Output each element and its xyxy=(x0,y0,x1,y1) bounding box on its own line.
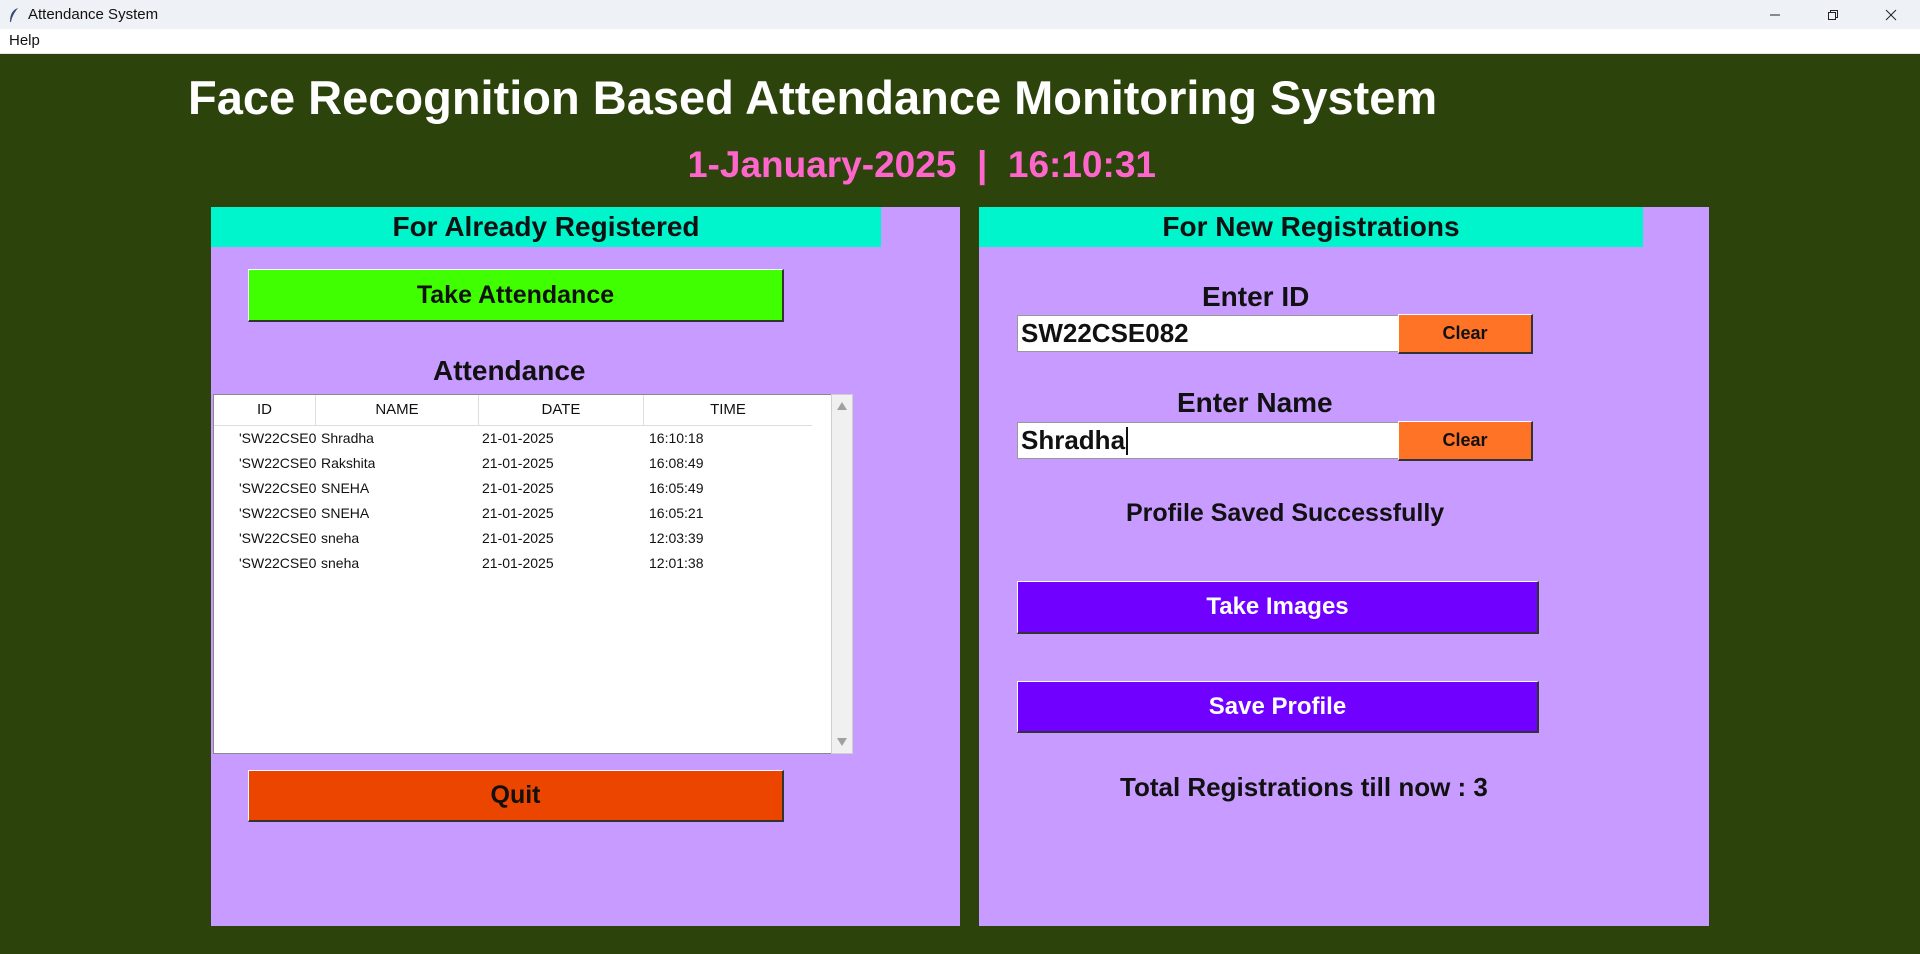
datetime-text: 21-January-2025 | 16:10:31 xyxy=(690,144,1156,185)
attendance-table: ID NAME DATE TIME 'SW22CSE082' Shradha 2… xyxy=(213,394,853,754)
table-rows: 'SW22CSE082' Shradha 21-01-2025 16:10:18… xyxy=(214,426,812,576)
registered-panel: For Already Registered Take Attendance A… xyxy=(211,207,960,926)
column-time[interactable]: TIME xyxy=(644,395,812,425)
scroll-down-icon[interactable] xyxy=(837,738,847,746)
restore-icon xyxy=(1828,9,1838,20)
text-caret xyxy=(1126,426,1129,455)
cell-date: 21-01-2025 xyxy=(482,555,554,571)
cell-name: SNEHA xyxy=(321,505,370,521)
new-registration-panel: For New Registrations Enter ID SW22CSE08… xyxy=(979,207,1709,926)
status-message: Profile Saved Successfully xyxy=(1126,499,1445,527)
cell-id: 'SW22CSE063' xyxy=(239,455,317,471)
table-scrollbar[interactable] xyxy=(831,394,853,754)
minimize-icon xyxy=(1770,14,1780,15)
page-title: Face Recognition Based Attendance Monito… xyxy=(188,71,1438,124)
table-row[interactable]: 'SW22CSE082' Shradha 21-01-2025 16:10:18 xyxy=(214,426,812,451)
column-id[interactable]: ID xyxy=(214,395,316,425)
close-icon xyxy=(1885,9,1897,20)
cell-name: sneha xyxy=(321,530,360,546)
cell-date: 21-01-2025 xyxy=(482,480,554,496)
cell-id: 'SW22CSE081' xyxy=(239,555,317,571)
id-input-value: SW22CSE082 xyxy=(1021,318,1189,348)
menu-bar: Help xyxy=(0,29,1920,54)
take-images-button[interactable]: Take Images xyxy=(1017,581,1539,634)
minimize-button[interactable] xyxy=(1746,0,1804,29)
restore-button[interactable] xyxy=(1804,0,1862,29)
name-input[interactable]: Shradha xyxy=(1017,422,1399,459)
cell-id: 'SW22CSE081' xyxy=(239,505,317,521)
cell-time: 16:05:49 xyxy=(649,480,704,496)
cell-time: 12:01:38 xyxy=(649,555,704,571)
id-input[interactable]: SW22CSE082 xyxy=(1017,315,1399,352)
take-attendance-button[interactable]: Take Attendance xyxy=(248,269,784,322)
table-row[interactable]: 'SW22CSE081' sneha 21-01-2025 12:01:38 xyxy=(214,551,812,576)
scroll-up-icon[interactable] xyxy=(837,402,847,410)
save-profile-button[interactable]: Save Profile xyxy=(1017,681,1539,733)
cell-name: Shradha xyxy=(321,430,374,446)
total-registrations: Total Registrations till now : 3 xyxy=(1120,772,1488,802)
new-registration-heading: For New Registrations xyxy=(979,207,1643,247)
cell-time: 12:03:39 xyxy=(649,530,704,546)
table-row[interactable]: 'SW22CSE081' sneha 21-01-2025 12:03:39 xyxy=(214,526,812,551)
cell-date: 21-01-2025 xyxy=(482,455,554,471)
attendance-label: Attendance xyxy=(433,355,586,386)
menu-help[interactable]: Help xyxy=(9,32,40,49)
enter-id-label: Enter ID xyxy=(1202,281,1310,312)
cell-date: 21-01-2025 xyxy=(482,430,554,446)
cell-name: Rakshita xyxy=(321,455,376,471)
cell-time: 16:10:18 xyxy=(649,430,704,446)
cell-date: 21-01-2025 xyxy=(482,530,554,546)
title-bar: Attendance System xyxy=(0,0,1920,29)
close-button[interactable] xyxy=(1862,0,1920,29)
cell-time: 16:05:21 xyxy=(649,505,704,521)
name-input-value: Shradha xyxy=(1021,425,1126,455)
feather-icon xyxy=(0,0,28,29)
registered-heading: For Already Registered xyxy=(211,207,881,247)
column-name[interactable]: NAME xyxy=(316,395,479,425)
table-row[interactable]: 'SW22CSE081' SNEHA 21-01-2025 16:05:49 xyxy=(214,476,812,501)
quit-button[interactable]: Quit xyxy=(248,770,784,822)
table-header: ID NAME DATE TIME xyxy=(214,395,812,426)
cell-id: 'SW22CSE081' xyxy=(239,530,317,546)
table-row[interactable]: 'SW22CSE063' Rakshita 21-01-2025 16:08:4… xyxy=(214,451,812,476)
table-row[interactable]: 'SW22CSE081' SNEHA 21-01-2025 16:05:21 xyxy=(214,501,812,526)
window-title: Attendance System xyxy=(28,6,159,23)
clear-name-button[interactable]: Clear xyxy=(1398,421,1533,461)
clear-id-button[interactable]: Clear xyxy=(1398,314,1533,354)
cell-name: sneha xyxy=(321,555,360,571)
cell-id: 'SW22CSE082' xyxy=(239,430,317,446)
cell-date: 21-01-2025 xyxy=(482,505,554,521)
datetime-clock: 21-January-2025 | 16:10:31 xyxy=(690,144,1170,190)
cell-name: SNEHA xyxy=(321,480,370,496)
cell-time: 16:08:49 xyxy=(649,455,704,471)
enter-name-label: Enter Name xyxy=(1177,387,1333,418)
cell-id: 'SW22CSE081' xyxy=(239,480,317,496)
column-date[interactable]: DATE xyxy=(479,395,644,425)
